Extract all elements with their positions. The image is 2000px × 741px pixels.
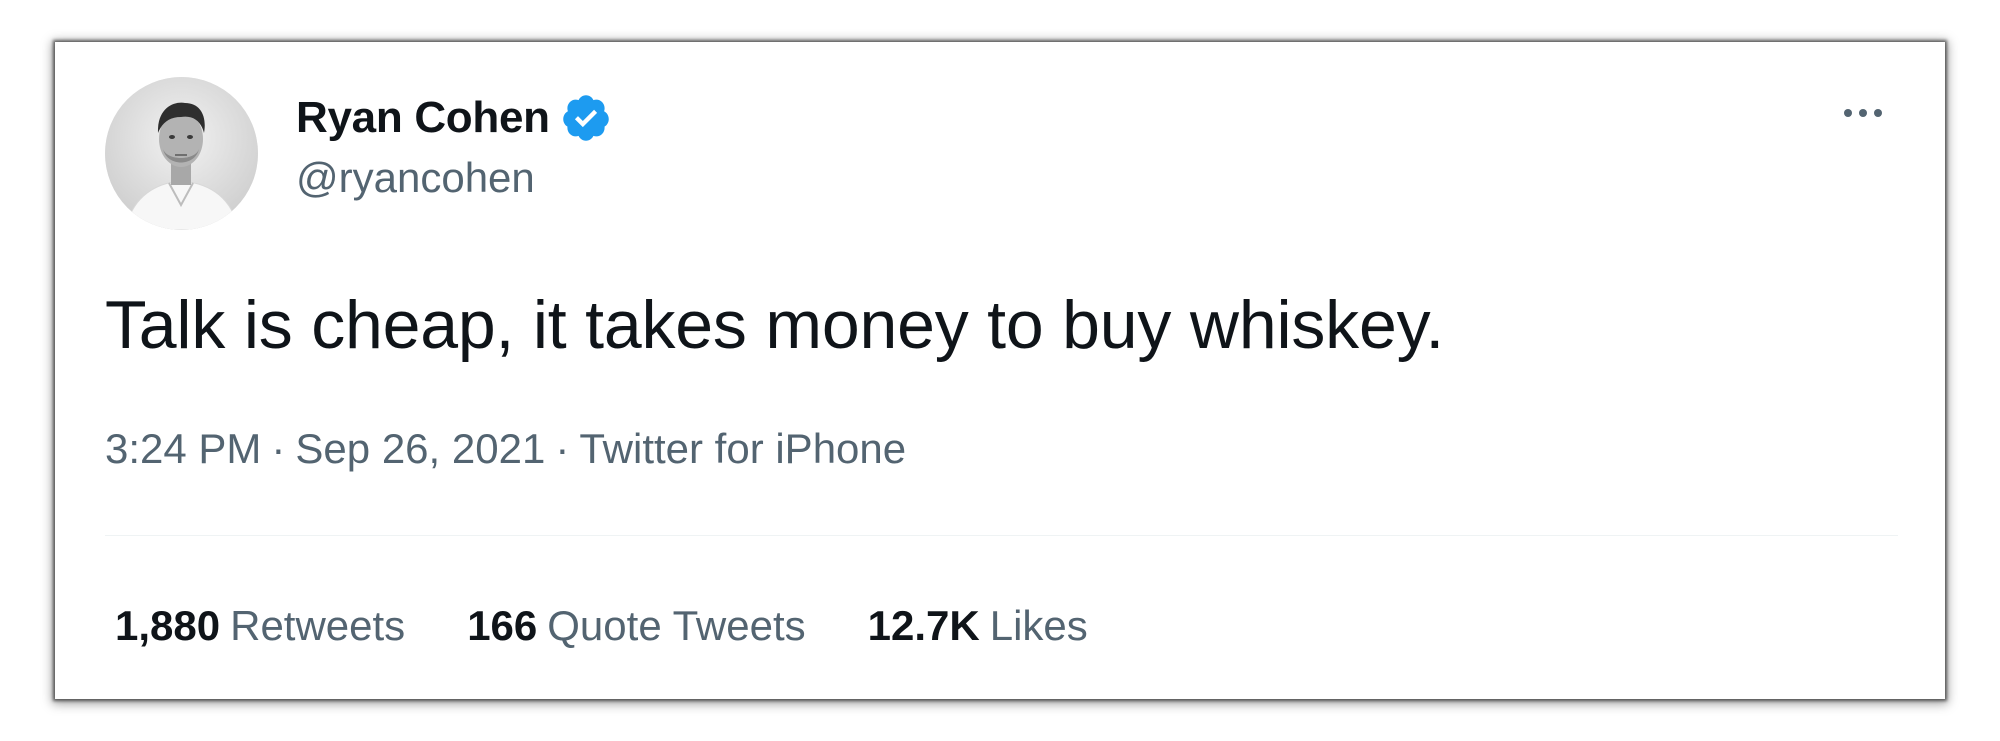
retweets-count: 1,880: [115, 602, 221, 649]
meta-separator: ·: [271, 425, 286, 472]
likes-count: 12.7K: [867, 602, 980, 649]
tweet-source[interactable]: Twitter for iPhone: [579, 425, 906, 472]
tweet-text: Talk is cheap, it takes money to buy whi…: [105, 287, 1445, 363]
tweet-stats: 1,880 Retweets 166 Quote Tweets 12.7K Likes: [115, 602, 1150, 650]
tweet-date[interactable]: Sep 26, 2021: [295, 425, 545, 472]
tweet-metadata: 3:24 PM · Sep 26, 2021 · Twitter for iPhone: [105, 425, 906, 473]
retweets-stat[interactable]: 1,880 Retweets: [115, 602, 405, 650]
retweets-label: Retweets: [230, 602, 406, 649]
more-options-button[interactable]: [1833, 98, 1893, 128]
author-display-name[interactable]: Ryan Cohen: [296, 93, 550, 143]
quote-tweets-label: Quote Tweets: [547, 602, 806, 649]
likes-label: Likes: [989, 602, 1088, 649]
author-handle[interactable]: @ryancohen: [296, 154, 535, 202]
avatar[interactable]: [105, 77, 258, 230]
meta-separator: ·: [555, 425, 570, 472]
quote-tweets-stat[interactable]: 166 Quote Tweets: [467, 602, 805, 650]
avatar-photo-icon: [105, 77, 258, 230]
divider: [105, 535, 1898, 536]
tweet-time[interactable]: 3:24 PM: [105, 425, 261, 472]
verified-badge-icon: [560, 92, 612, 144]
likes-stat[interactable]: 12.7K Likes: [868, 602, 1088, 650]
author-name-row: Ryan Cohen: [296, 90, 612, 146]
tweet-card: Ryan Cohen @ryancohen Talk is cheap, it …: [55, 42, 1945, 699]
more-dots-icon: [1844, 109, 1882, 117]
quote-tweets-count: 166: [467, 602, 538, 649]
